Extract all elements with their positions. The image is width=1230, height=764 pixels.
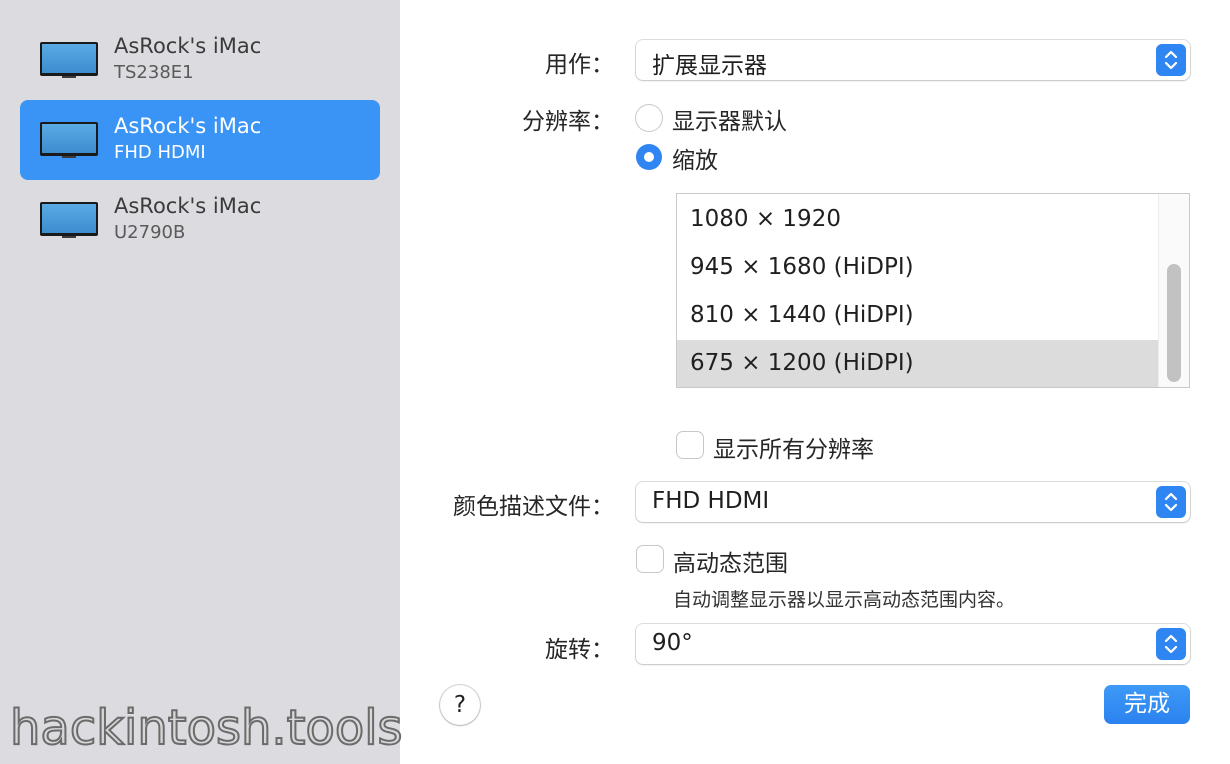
radio-button[interactable] (636, 105, 662, 131)
color-profile-popup[interactable]: FHD HDMI (636, 482, 1190, 522)
monitor-icon (40, 122, 98, 158)
hdr-checkbox[interactable] (637, 546, 663, 572)
sidebar-item-display-2[interactable]: AsRock's iMac FHD HDMI (20, 100, 380, 180)
sidebar-item-display-1[interactable]: AsRock's iMac TS238E1 (20, 20, 380, 100)
display-name: AsRock's iMac (114, 114, 262, 138)
done-button[interactable]: 完成 (1104, 685, 1190, 724)
radio-label: 显示器默认 (672, 109, 787, 135)
hdr-label: 高动态范围 (673, 551, 788, 577)
color-profile-value: FHD HDMI (652, 488, 770, 514)
resolution-option-label: 675 × 1200 (HiDPI) (690, 350, 914, 376)
show-all-resolutions-label: 显示所有分辨率 (713, 437, 874, 463)
rotation-popup[interactable]: 90° (636, 624, 1190, 664)
display-name: AsRock's iMac (114, 34, 262, 58)
hdr-hint: 自动调整显示器以显示高动态范围内容。 (673, 589, 1016, 611)
resolution-option-label: 810 × 1440 (HiDPI) (690, 302, 914, 328)
color-profile-label: 颜色描述文件： (453, 494, 614, 520)
rotation-label: 旋转： (545, 637, 614, 663)
resolution-option[interactable]: 810 × 1440 (HiDPI) (677, 292, 1159, 340)
resolution-option-selected[interactable]: 675 × 1200 (HiDPI) (677, 340, 1159, 387)
scrollbar-track[interactable] (1158, 194, 1189, 387)
display-model: TS238E1 (114, 62, 194, 83)
resolution-list[interactable]: 1080 × 1920 945 × 1680 (HiDPI) 810 × 144… (676, 193, 1190, 388)
rotation-value: 90° (652, 630, 693, 656)
popup-stepper-icon (1156, 628, 1186, 660)
watermark: hackintosh.tools (9, 699, 404, 757)
display-sidebar: AsRock's iMac TS238E1 AsRock's iMac FHD … (0, 0, 404, 764)
popup-stepper-icon (1156, 44, 1186, 76)
resolution-option-label: 1080 × 1920 (690, 206, 841, 232)
radio-button[interactable] (636, 144, 662, 170)
display-name: AsRock's iMac (114, 194, 262, 218)
resolution-label: 分辨率： (522, 109, 614, 135)
use-as-value: 扩展显示器 (652, 53, 767, 79)
displays-settings-window: AsRock's iMac TS238E1 AsRock's iMac FHD … (0, 0, 1230, 764)
popup-stepper-icon (1156, 486, 1186, 518)
monitor-icon (40, 202, 98, 238)
display-model: FHD HDMI (114, 142, 206, 163)
monitor-icon (40, 42, 98, 78)
sidebar-item-display-3[interactable]: AsRock's iMac U2790B (20, 180, 380, 260)
use-as-popup[interactable]: 扩展显示器 (636, 40, 1190, 80)
resolution-option[interactable]: 945 × 1680 (HiDPI) (677, 244, 1159, 292)
help-button[interactable]: ? (440, 685, 480, 725)
radio-label: 缩放 (672, 148, 718, 174)
scrollbar-thumb[interactable] (1167, 264, 1181, 382)
resolution-option[interactable]: 1080 × 1920 (677, 196, 1159, 244)
use-as-label: 用作： (545, 52, 614, 78)
show-all-resolutions-checkbox[interactable] (677, 432, 703, 458)
resolution-option-label: 945 × 1680 (HiDPI) (690, 254, 914, 280)
display-model: U2790B (114, 222, 186, 243)
